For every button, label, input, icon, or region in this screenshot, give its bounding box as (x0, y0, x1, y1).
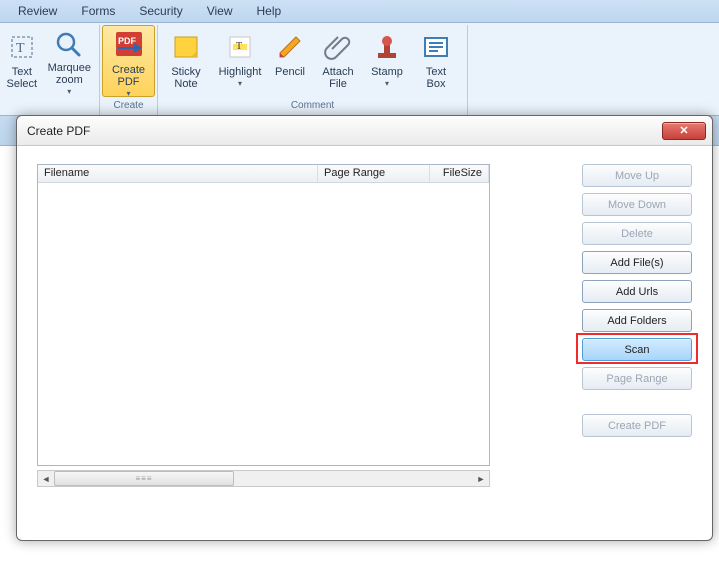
highlight-button[interactable]: T Highlight ▾ (212, 25, 268, 97)
marquee-zoom-button[interactable]: Marqueezoom ▾ (42, 25, 97, 97)
menu-review[interactable]: Review (6, 0, 69, 22)
horizontal-scrollbar[interactable]: ◄ ≡≡≡ ► (37, 470, 490, 487)
svg-text:PDF: PDF (118, 36, 137, 46)
paperclip-icon (321, 30, 355, 64)
dropdown-icon: ▾ (385, 79, 389, 88)
attach-file-button[interactable]: AttachFile (312, 25, 364, 97)
close-icon: ✕ (679, 124, 688, 137)
add-folders-button[interactable]: Add Folders (582, 309, 692, 332)
ribbon: T Text Select Marqueezoom ▾ (0, 23, 719, 116)
svg-text:T: T (16, 41, 25, 56)
create-pdf-submit-button[interactable]: Create PDF (582, 414, 692, 437)
pencil-label: Pencil (275, 66, 305, 78)
dialog-side-buttons: Move Up Move Down Delete Add File(s) Add… (582, 164, 692, 437)
ribbon-group-caption: Create (100, 100, 157, 114)
col-filename[interactable]: Filename (38, 165, 318, 182)
ribbon-group-select: T Text Select Marqueezoom ▾ (0, 25, 100, 115)
sticky-note-button[interactable]: StickyNote (160, 25, 212, 97)
stamp-icon (370, 30, 404, 64)
pencil-icon (273, 30, 307, 64)
scroll-right-icon[interactable]: ► (473, 471, 489, 486)
svg-text:T: T (236, 41, 242, 52)
ribbon-group-comment: StickyNote T Highlight ▾ Pencil (158, 25, 468, 115)
text-box-label: TextBox (426, 66, 446, 90)
dialog-titlebar[interactable]: Create PDF ✕ (17, 116, 712, 146)
create-pdf-label: CreatePDF (112, 64, 145, 88)
ribbon-group-caption (0, 100, 99, 114)
sticky-note-icon (169, 30, 203, 64)
ribbon-group-caption: Comment (158, 100, 467, 114)
file-list[interactable]: Filename Page Range FileSize (37, 164, 490, 466)
attach-file-label: AttachFile (322, 66, 353, 90)
move-down-button[interactable]: Move Down (582, 193, 692, 216)
marquee-zoom-label: Marqueezoom (48, 62, 91, 86)
menu-security[interactable]: Security (127, 0, 194, 22)
dialog-title: Create PDF (27, 124, 662, 138)
text-select-button[interactable]: T Text Select (2, 25, 42, 97)
dialog-close-button[interactable]: ✕ (662, 122, 706, 140)
menu-bar: Review Forms Security View Help (0, 0, 719, 23)
col-page-range[interactable]: Page Range (318, 165, 430, 182)
text-box-icon (419, 30, 453, 64)
add-urls-button[interactable]: Add Urls (582, 280, 692, 303)
scan-button[interactable]: Scan (582, 338, 692, 361)
text-box-button[interactable]: TextBox (410, 25, 462, 97)
sticky-note-label: StickyNote (171, 66, 200, 90)
highlight-label: Highlight (219, 66, 262, 78)
delete-button[interactable]: Delete (582, 222, 692, 245)
add-files-button[interactable]: Add File(s) (582, 251, 692, 274)
stamp-button[interactable]: Stamp ▾ (364, 25, 410, 97)
page-range-button[interactable]: Page Range (582, 367, 692, 390)
scrollbar-thumb[interactable]: ≡≡≡ (54, 471, 234, 486)
magnifier-icon (52, 30, 86, 60)
menu-help[interactable]: Help (245, 0, 294, 22)
text-select-icon: T (5, 30, 39, 64)
dropdown-icon: ▾ (126, 89, 130, 98)
file-list-header: Filename Page Range FileSize (38, 165, 489, 183)
create-pdf-button[interactable]: PDF CreatePDF ▾ (102, 25, 155, 97)
move-up-button[interactable]: Move Up (582, 164, 692, 187)
text-select-label: Text Select (3, 66, 41, 90)
menu-forms[interactable]: Forms (69, 0, 127, 22)
pdf-icon: PDF (112, 30, 146, 62)
ribbon-group-create: PDF CreatePDF ▾ Create (100, 25, 158, 115)
pencil-button[interactable]: Pencil (268, 25, 312, 97)
create-pdf-dialog: Create PDF ✕ Filename Page Range FileSiz… (16, 115, 713, 541)
dropdown-icon: ▾ (67, 87, 71, 96)
highlight-icon: T (223, 30, 257, 64)
menu-view[interactable]: View (195, 0, 245, 22)
scrollbar-track[interactable]: ≡≡≡ (54, 471, 473, 486)
stamp-label: Stamp (371, 66, 403, 78)
dropdown-icon: ▾ (238, 79, 242, 88)
scroll-left-icon[interactable]: ◄ (38, 471, 54, 486)
col-filesize[interactable]: FileSize (430, 165, 489, 182)
